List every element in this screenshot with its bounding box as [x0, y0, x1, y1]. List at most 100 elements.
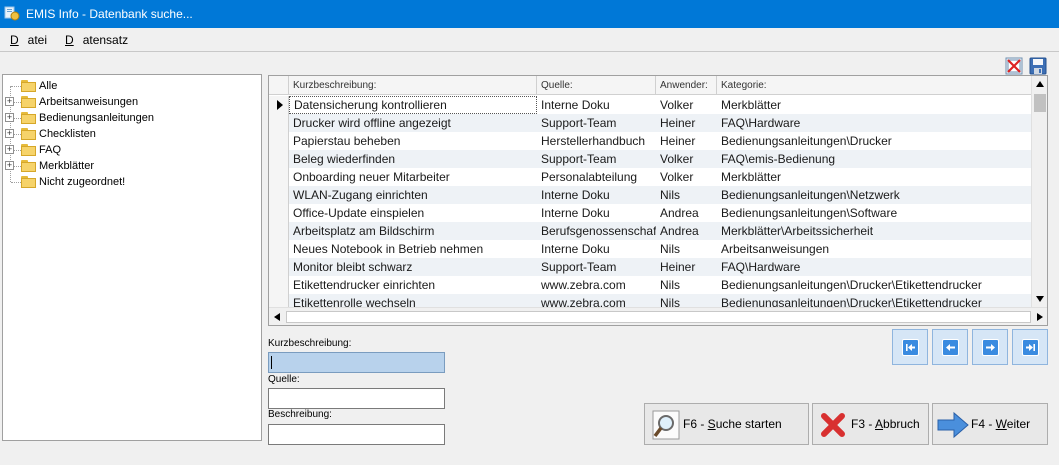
row-indicator[interactable] [269, 204, 289, 222]
next-record-button[interactable] [972, 329, 1008, 365]
category-tree[interactable]: Alle + Arbeitsanweisungen + Bedienungsanleit… [2, 74, 262, 441]
results-grid[interactable]: Kurzbeschreibung: Quelle: Anwender: Kate… [268, 75, 1048, 326]
table-cell[interactable]: Bedienungsanleitungen\Drucker\Etikettend… [717, 276, 1031, 294]
delete-icon[interactable] [1005, 57, 1023, 75]
vertical-scrollbar[interactable] [1031, 76, 1047, 307]
row-indicator[interactable] [269, 96, 289, 114]
table-cell[interactable]: Heiner [656, 258, 717, 276]
table-cell[interactable]: Bedienungsanleitungen\Software [717, 204, 1031, 222]
table-cell[interactable]: WLAN-Zugang einrichten [289, 186, 537, 204]
table-row[interactable]: Neues Notebook in Betrieb nehmen Interne … [269, 240, 1031, 258]
tree-item[interactable]: + Bedienungsanleitungen [3, 110, 258, 126]
table-row[interactable]: Arbeitsplatz am Bildschirm Berufsgenossen… [269, 222, 1031, 240]
column-header-category[interactable]: Kategorie: [717, 76, 1031, 95]
table-row[interactable]: Drucker wird offline angezeigt Support-Te… [269, 114, 1031, 132]
table-cell[interactable]: Volker [656, 96, 717, 114]
expand-icon[interactable]: + [5, 97, 14, 106]
table-cell[interactable]: Monitor bleibt schwarz [289, 258, 537, 276]
table-row[interactable]: Office-Update einspielen Interne Doku Andr… [269, 204, 1031, 222]
table-cell[interactable]: Papierstau beheben [289, 132, 537, 150]
description-input[interactable] [268, 424, 445, 445]
tree-item[interactable]: Nicht zugeordnet! [3, 174, 258, 190]
table-cell[interactable]: Personalabteilung [537, 168, 656, 186]
expand-icon[interactable]: + [5, 129, 14, 138]
tree-item[interactable]: + Arbeitsanweisungen [3, 94, 258, 110]
table-row[interactable]: Etikettendrucker einrichten www.zebra.com… [269, 276, 1031, 294]
table-cell[interactable]: Support-Team [537, 150, 656, 168]
table-row[interactable]: Datensicherung kontrollieren Interne Doku… [269, 96, 1031, 114]
table-cell[interactable]: Interne Doku [537, 96, 656, 114]
next-button[interactable]: F4 - Weiter [932, 403, 1048, 445]
tree-item[interactable]: + Checklisten [3, 126, 258, 142]
row-indicator[interactable] [269, 240, 289, 258]
scroll-down-arrow-icon[interactable] [1035, 295, 1045, 303]
row-indicator[interactable] [269, 276, 289, 294]
table-cell[interactable]: Herstellerhandbuch [537, 132, 656, 150]
table-row[interactable]: WLAN-Zugang einrichten Interne Doku Nils Be… [269, 186, 1031, 204]
vertical-scroll-thumb[interactable] [1034, 94, 1046, 112]
table-cell[interactable]: Andrea [656, 204, 717, 222]
table-cell[interactable]: FAQ\Hardware [717, 114, 1031, 132]
row-indicator[interactable] [269, 168, 289, 186]
horizontal-scrollbar[interactable] [269, 307, 1047, 325]
menu-record[interactable]: Datensatz [60, 33, 132, 47]
table-cell[interactable]: Nils [656, 186, 717, 204]
source-input[interactable] [268, 388, 445, 409]
table-cell[interactable]: Bedienungsanleitungen\Drucker [717, 132, 1031, 150]
tree-item[interactable]: + Merkblätter [3, 158, 258, 174]
table-cell[interactable]: Nils [656, 240, 717, 258]
horizontal-scroll-thumb[interactable] [286, 311, 1031, 323]
row-indicator[interactable] [269, 186, 289, 204]
table-cell[interactable]: www.zebra.com [537, 276, 656, 294]
table-cell[interactable]: Berufsgenossenschaft [537, 222, 656, 240]
table-cell[interactable]: Heiner [656, 132, 717, 150]
cancel-button[interactable]: F3 - Abbruch [812, 403, 929, 445]
table-cell[interactable]: Arbeitsanweisungen [717, 240, 1031, 258]
table-cell[interactable]: Heiner [656, 114, 717, 132]
last-record-button[interactable] [1012, 329, 1048, 365]
menu-file[interactable]: Datei [5, 33, 51, 47]
search-button[interactable]: F6 - Suche starten [644, 403, 809, 445]
row-indicator[interactable] [269, 258, 289, 276]
table-cell[interactable]: Arbeitsplatz am Bildschirm [289, 222, 537, 240]
table-cell[interactable]: Neues Notebook in Betrieb nehmen [289, 240, 537, 258]
table-cell[interactable]: Drucker wird offline angezeigt [289, 114, 537, 132]
short-description-input[interactable] [268, 352, 445, 373]
column-header-source[interactable]: Quelle: [537, 76, 656, 95]
table-cell[interactable]: Interne Doku [537, 186, 656, 204]
table-cell[interactable]: Support-Team [537, 114, 656, 132]
table-cell[interactable]: Volker [656, 168, 717, 186]
first-record-button[interactable] [892, 329, 928, 365]
save-icon[interactable] [1029, 57, 1047, 75]
table-row[interactable]: Onboarding neuer Mitarbeiter Personalabte… [269, 168, 1031, 186]
table-cell[interactable]: Beleg wiederfinden [289, 150, 537, 168]
tree-item[interactable]: Alle [3, 78, 258, 94]
table-cell[interactable]: Andrea [656, 222, 717, 240]
previous-record-button[interactable] [932, 329, 968, 365]
row-indicator[interactable] [269, 132, 289, 150]
table-cell[interactable]: Interne Doku [537, 204, 656, 222]
tree-item[interactable]: + FAQ [3, 142, 258, 158]
row-indicator[interactable] [269, 114, 289, 132]
table-cell[interactable]: FAQ\emis-Bedienung [717, 150, 1031, 168]
table-cell[interactable]: Nils [656, 276, 717, 294]
table-row[interactable]: Beleg wiederfinden Support-Team Volker FAQ\… [269, 150, 1031, 168]
table-cell[interactable]: Support-Team [537, 258, 656, 276]
table-cell[interactable]: Office-Update einspielen [289, 204, 537, 222]
table-cell[interactable]: Onboarding neuer Mitarbeiter [289, 168, 537, 186]
scroll-left-arrow-icon[interactable] [273, 312, 281, 322]
scroll-up-arrow-icon[interactable] [1035, 80, 1045, 88]
table-cell[interactable]: Datensicherung kontrollieren [289, 96, 537, 114]
table-cell[interactable]: Merkblätter\Arbeitssicherheit [717, 222, 1031, 240]
expand-icon[interactable]: + [5, 145, 14, 154]
table-row[interactable]: Papierstau beheben Herstellerhandbuch Hein… [269, 132, 1031, 150]
row-indicator[interactable] [269, 150, 289, 168]
table-cell[interactable]: Merkblätter [717, 96, 1031, 114]
column-header-short[interactable]: Kurzbeschreibung: [289, 76, 537, 95]
table-cell[interactable]: Bedienungsanleitungen\Netzwerk [717, 186, 1031, 204]
table-cell[interactable]: Volker [656, 150, 717, 168]
table-cell[interactable]: Merkblätter [717, 168, 1031, 186]
column-header-user[interactable]: Anwender: [656, 76, 717, 95]
expand-icon[interactable]: + [5, 113, 14, 122]
row-indicator[interactable] [269, 222, 289, 240]
